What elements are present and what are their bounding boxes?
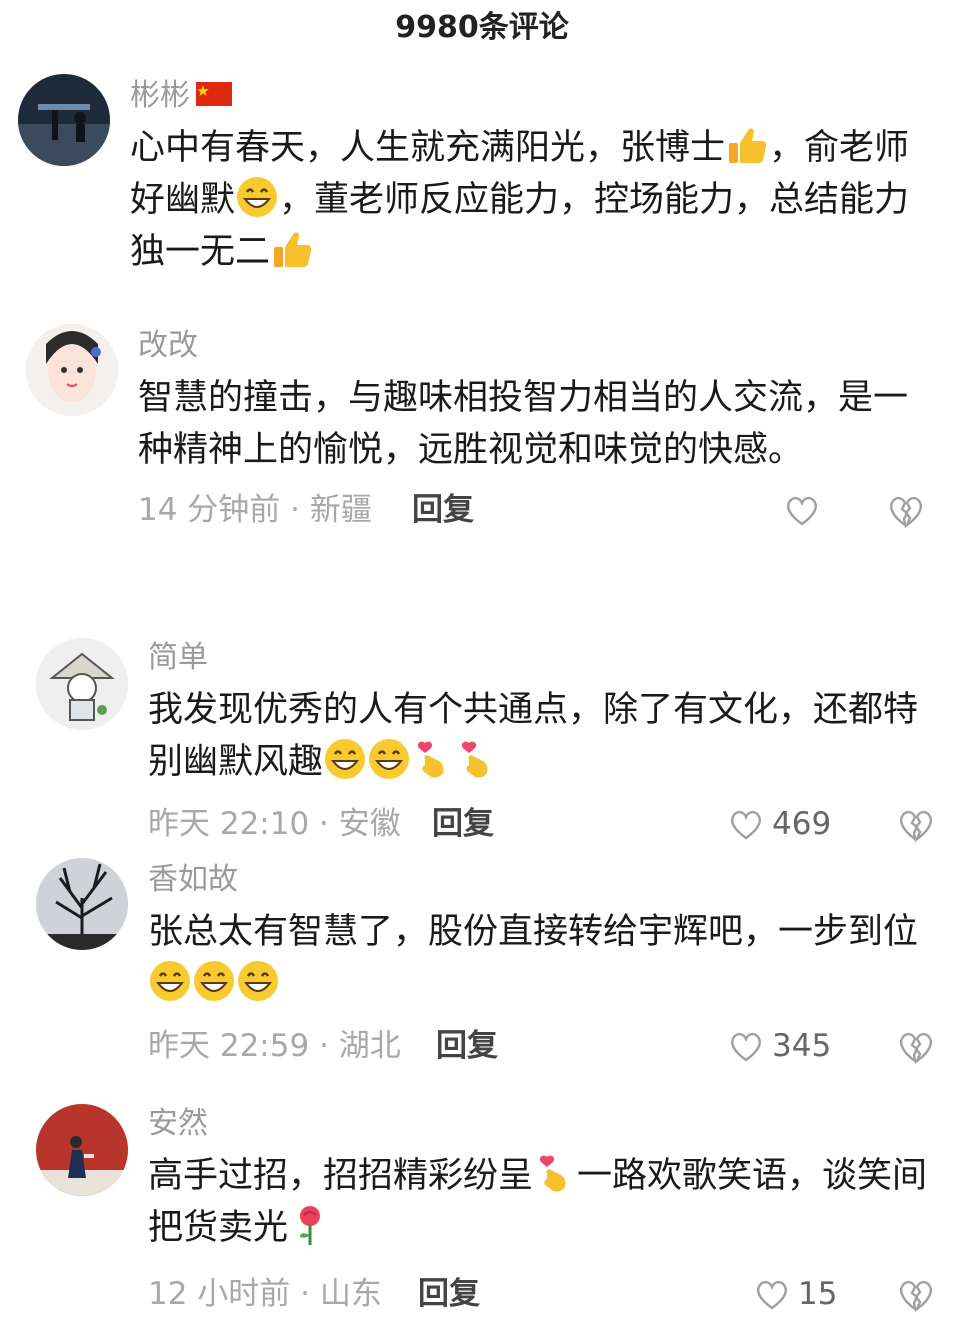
- like-count: 345: [772, 1028, 832, 1064]
- grin-icon: [235, 175, 279, 219]
- username[interactable]: 彬彬: [130, 78, 232, 114]
- like-button[interactable]: [784, 490, 820, 530]
- comment-item: 简单 我发现优秀的人有个共通点，除了有文化，还都特别幽默风趣 昨天 22:10 …: [0, 632, 964, 844]
- like-count: 469: [772, 806, 832, 842]
- heart-icon: [728, 806, 764, 842]
- like-button[interactable]: 345: [728, 1026, 831, 1066]
- time-location: 昨天 22:59 · 湖北: [148, 1028, 401, 1064]
- avatar[interactable]: [18, 74, 110, 166]
- thumbs-up-icon: [270, 227, 314, 271]
- finger-heart-icon: [411, 737, 455, 781]
- dislike-button[interactable]: [896, 1275, 934, 1313]
- time-location: 14 分钟前 · 新疆: [138, 492, 372, 528]
- comment-text-part: 心中有春天，人生就充满阳光，张博士: [130, 128, 726, 168]
- comment-count-title: 9980条评论: [395, 10, 569, 45]
- username-text: 彬彬: [130, 78, 190, 113]
- username[interactable]: 简单: [148, 640, 208, 676]
- comment-item: 香如故 张总太有智慧了，股份直接转给宇辉吧，一步到位 昨天 22:59 · 湖北…: [0, 856, 964, 1076]
- comment-item: 安然 高手过招，招招精彩纷呈 一路欢歌笑语，谈笑间把货卖光 12 小时前 · 山东…: [0, 1100, 964, 1328]
- comment-text-part: 我发现优秀的人有个共通点，除了有文化，还都特别幽默风趣: [148, 690, 919, 782]
- finger-heart-icon: [533, 1151, 577, 1195]
- broken-heart-icon: [896, 1027, 934, 1065]
- grin-icon: [323, 737, 367, 781]
- like-button[interactable]: 469: [728, 804, 831, 844]
- avatar[interactable]: [26, 324, 118, 416]
- username[interactable]: 安然: [148, 1106, 208, 1142]
- broken-heart-icon: [896, 1275, 934, 1313]
- avatar[interactable]: [36, 638, 128, 730]
- avatar[interactable]: [36, 1104, 128, 1196]
- comment-text: 张总太有智慧了，股份直接转给宇辉吧，一步到位: [148, 906, 938, 1010]
- comment-text: 高手过招，招招精彩纷呈 一路欢歌笑语，谈笑间把货卖光: [148, 1150, 938, 1254]
- time-location: 12 小时前 · 山东: [148, 1276, 382, 1312]
- reply-button[interactable]: 回复: [432, 804, 494, 844]
- dislike-button[interactable]: [886, 491, 924, 529]
- grin-icon: [192, 959, 236, 1003]
- broken-heart-icon: [886, 491, 924, 529]
- comment-item: 彬彬 心中有春天，人生就充满阳光，张博士 ，俞老师好幽默 ，董老师反应能力，控场能力…: [0, 70, 964, 300]
- heart-icon: [784, 492, 820, 528]
- thumbs-up-icon: [725, 123, 769, 167]
- like-count: 15: [798, 1276, 838, 1312]
- dislike-button[interactable]: [896, 1027, 934, 1065]
- heart-icon: [728, 1028, 764, 1064]
- avatar[interactable]: [36, 858, 128, 950]
- grin-icon: [236, 959, 280, 1003]
- comment-item: 改改 智慧的撞击，与趣味相投智力相当的人交流，是一种精神上的愉悦，远胜视觉和味觉…: [0, 320, 964, 540]
- comment-text: 我发现优秀的人有个共通点，除了有文化，还都特别幽默风趣: [148, 684, 938, 788]
- username[interactable]: 香如故: [148, 862, 238, 898]
- reply-button[interactable]: 回复: [418, 1274, 480, 1314]
- rose-icon: [288, 1203, 332, 1247]
- comment-text: 智慧的撞击，与趣味相投智力相当的人交流，是一种精神上的愉悦，远胜视觉和味觉的快感…: [138, 378, 909, 470]
- time-location: 昨天 22:10 · 安徽: [148, 806, 401, 842]
- comment-text: 心中有春天，人生就充满阳光，张博士 ，俞老师好幽默 ，董老师反应能力，控场能力，总结…: [130, 122, 920, 278]
- reply-button[interactable]: 回复: [436, 1026, 498, 1066]
- grin-icon: [367, 737, 411, 781]
- reply-button[interactable]: 回复: [412, 490, 474, 530]
- comment-text-part: 高手过招，招招精彩纷呈: [148, 1156, 534, 1196]
- finger-heart-icon: [455, 737, 499, 781]
- like-button[interactable]: 15: [754, 1274, 837, 1314]
- comment-text-part: 张总太有智慧了，股份直接转给宇辉吧，一步到位: [148, 912, 919, 952]
- dislike-button[interactable]: [896, 805, 934, 843]
- grin-icon: [148, 959, 192, 1003]
- username[interactable]: 改改: [138, 328, 198, 364]
- china-flag-icon: [196, 81, 232, 106]
- broken-heart-icon: [896, 805, 934, 843]
- heart-icon: [754, 1276, 790, 1312]
